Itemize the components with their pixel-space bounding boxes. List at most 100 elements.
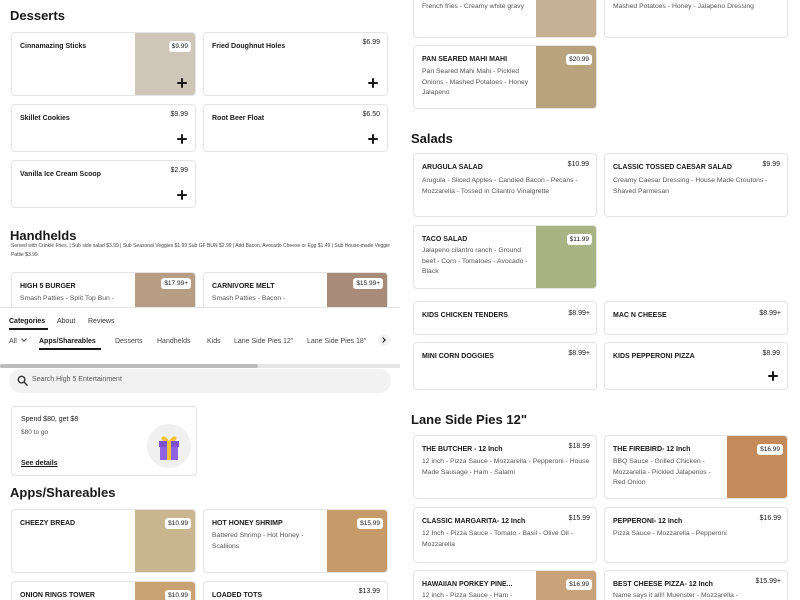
item-description: Honey Jalapeño Pork Steak - Parmesan Oni…: [613, 2, 754, 10]
item-price: $8.99+: [568, 310, 590, 317]
item-image: [536, 0, 596, 37]
item-price: $8.99: [762, 350, 780, 357]
see-details-link[interactable]: See details: [21, 460, 58, 467]
menu-item-card[interactable]: ARUGULA SALAD $10.99 Arugula - Sliced Ap…: [413, 153, 597, 217]
item-name: HOT HONEY SHRIMP: [212, 520, 283, 527]
menu-item-card[interactable]: CLASSIC MARGARITA- 12 Inch $15.99 12 Inc…: [413, 507, 597, 563]
item-name: Fried Doughnut Holes: [212, 43, 286, 50]
menu-item-card[interactable]: ONION RINGS TOWER $10.99: [11, 581, 196, 600]
tab-reviews[interactable]: Reviews: [88, 318, 114, 325]
add-item-icon[interactable]: [367, 133, 379, 145]
menu-item-card[interactable]: TACO SALAD Jalapeno cilantro ranch - Gro…: [413, 225, 597, 289]
item-name: MAC N CHEESE: [613, 312, 667, 319]
tab-about[interactable]: About: [57, 318, 75, 325]
category-all-label: All: [9, 338, 17, 345]
item-description: 12 Inch - Pizza Sauce - Tomato - Basil -…: [422, 530, 573, 548]
item-price: $16.99: [566, 579, 592, 590]
item-price: $10.99: [567, 161, 589, 168]
menu-item-card[interactable]: Root Beer Float $6.50: [203, 104, 388, 152]
menu-item-card[interactable]: KIDS PEPPERONI PIZZA $8.99: [604, 342, 788, 390]
menu-item-card[interactable]: THE FIREBIRD- 12 Inch BBQ Sauce - Grille…: [604, 435, 788, 499]
chevron-down-icon: [20, 336, 27, 342]
search-icon: [17, 375, 28, 386]
category-handhelds[interactable]: Handhelds: [157, 338, 190, 345]
item-description: BBQ Sauce - Grilled Chicken - Mozzarella…: [613, 458, 711, 486]
category-scrollbar-thumb[interactable]: [0, 364, 258, 368]
category-desserts[interactable]: Desserts: [115, 338, 143, 345]
add-item-icon[interactable]: [176, 133, 188, 145]
active-tab-indicator: [9, 328, 48, 330]
item-price: $8.99+: [568, 350, 590, 357]
menu-item-card[interactable]: PEPPERONI- 12 Inch $16.99 Pizza Sauce - …: [604, 507, 788, 563]
item-price: $6.50: [362, 111, 380, 118]
menu-item-card[interactable]: MINI CORN DOGGIES $8.99+: [413, 342, 597, 390]
item-description: Pizza Sauce - Mozzarella - Pepperoni: [613, 530, 727, 537]
menu-item-card[interactable]: HOT HONEY SHRIMP Battered Shrimp - Hot H…: [203, 509, 388, 573]
item-name: Root Beer Float: [212, 115, 265, 122]
menu-item-card[interactable]: CLASSIC TOSSED CAESAR SALAD $9.99 Creamy…: [604, 153, 788, 217]
menu-item-card[interactable]: HAWAIIAN PORKEY PINE... 12 inch - Pizza …: [413, 570, 597, 600]
item-price: $6.99: [362, 39, 380, 46]
item-price: $10.99: [165, 518, 191, 529]
item-name: HIGH 5 BURGER: [20, 283, 76, 290]
item-description: Pan Seared Mahi Mahi - Pickled Onions - …: [422, 68, 529, 96]
tab-categories[interactable]: Categories: [9, 318, 45, 325]
menu-item-card[interactable]: Fried Doughnut Holes $6.99: [203, 32, 388, 96]
item-price: $9.99: [168, 41, 191, 52]
menu-item-card[interactable]: Skillet Cookies $9.99: [11, 104, 196, 152]
category-nav: Categories About Reviews All Apps/Sharea…: [0, 307, 400, 368]
category-all-dropdown[interactable]: All: [9, 336, 27, 345]
item-price: $13.99: [358, 588, 380, 595]
menu-item-card[interactable]: CHEEZY BREAD $10.99: [11, 509, 196, 573]
item-name: Vanilla Ice Cream Scoop: [20, 171, 101, 178]
menu-item-card[interactable]: PAN SEARED MAHI MAHI Pan Seared Mahi Mah…: [413, 45, 597, 109]
item-name: HAWAIIAN PORKEY PINE...: [422, 581, 513, 588]
menu-item-card[interactable]: MAC N CHEESE $8.99+: [604, 301, 788, 335]
item-price: $10.99: [165, 590, 191, 600]
add-item-icon[interactable]: [176, 189, 188, 201]
menu-item-card[interactable]: Cinnamazing Sticks $9.99: [11, 32, 196, 96]
lane-side-pies-12-heading: Lane Side Pies 12": [411, 412, 527, 427]
add-item-icon[interactable]: [176, 77, 188, 89]
item-price: $18.99: [568, 443, 590, 450]
menu-item-card[interactable]: CARNIVORE MELT Smash Patties - Bacon - $…: [203, 272, 388, 312]
scroll-right-chevron-icon[interactable]: [378, 334, 390, 346]
item-price: $11.99: [566, 234, 592, 245]
menu-item-card[interactable]: KIDS CHICKEN TENDERS $8.99+: [413, 301, 597, 335]
category-lane-side-pies-12[interactable]: Lane Side Pies 12": [234, 338, 293, 345]
item-name: THE BUTCHER - 12 Inch: [422, 446, 503, 453]
item-price: $16.99: [757, 444, 783, 455]
menu-item-card[interactable]: House Battered Chicken tenders - French …: [413, 0, 597, 38]
item-name: CHEEZY BREAD: [20, 520, 76, 527]
left-column: Desserts Cinnamazing Sticks $9.99 Fried …: [0, 0, 400, 600]
add-item-icon[interactable]: [767, 370, 779, 382]
search-bar[interactable]: Search High 5 Entertainment: [9, 369, 391, 393]
active-category-indicator: [39, 348, 101, 350]
item-price: $15.99+: [353, 278, 383, 289]
item-price: $15.99: [568, 515, 590, 522]
item-name: ARUGULA SALAD: [422, 164, 483, 171]
item-price: $9.99: [762, 161, 780, 168]
item-name: PAN SEARED MAHI MAHI: [422, 56, 508, 63]
right-column: House Battered Chicken tenders - French …: [400, 0, 800, 600]
category-kids[interactable]: Kids: [207, 338, 221, 345]
item-name: CLASSIC MARGARITA- 12 Inch: [422, 518, 526, 525]
add-item-icon[interactable]: [367, 77, 379, 89]
menu-item-card[interactable]: THE BUTCHER - 12 Inch $18.99 12 inch - P…: [413, 435, 597, 499]
item-name: Cinnamazing Sticks: [20, 43, 87, 50]
menu-item-card[interactable]: HIGH 5 BURGER Smash Patties - Split Top …: [11, 272, 196, 312]
item-price: $16.99: [759, 515, 781, 522]
menu-item-card[interactable]: BEST CHEESE PIZZA- 12 Inch $15.99+ Name …: [604, 570, 788, 600]
menu-item-card[interactable]: Honey Jalapeño Pork Steak - Parmesan Oni…: [604, 0, 788, 38]
item-name: ONION RINGS TOWER: [20, 592, 95, 599]
menu-item-card[interactable]: LOADED TOTS $13.99: [203, 581, 388, 600]
category-apps-shareables[interactable]: Apps/Shareables: [39, 338, 96, 345]
item-name: THE FIREBIRD- 12 Inch: [613, 446, 691, 453]
item-name: CARNIVORE MELT: [212, 283, 275, 290]
item-price: $2.99: [170, 167, 188, 174]
item-name: BEST CHEESE PIZZA- 12 Inch: [613, 581, 713, 588]
category-lane-side-pies-18[interactable]: Lane Side Pies 18": [307, 338, 366, 345]
promo-card[interactable]: Spend $80, get $8 $80 to go See details: [11, 406, 197, 476]
menu-item-card[interactable]: Vanilla Ice Cream Scoop $2.99: [11, 160, 196, 208]
item-name: PEPPERONI- 12 Inch: [613, 518, 683, 525]
